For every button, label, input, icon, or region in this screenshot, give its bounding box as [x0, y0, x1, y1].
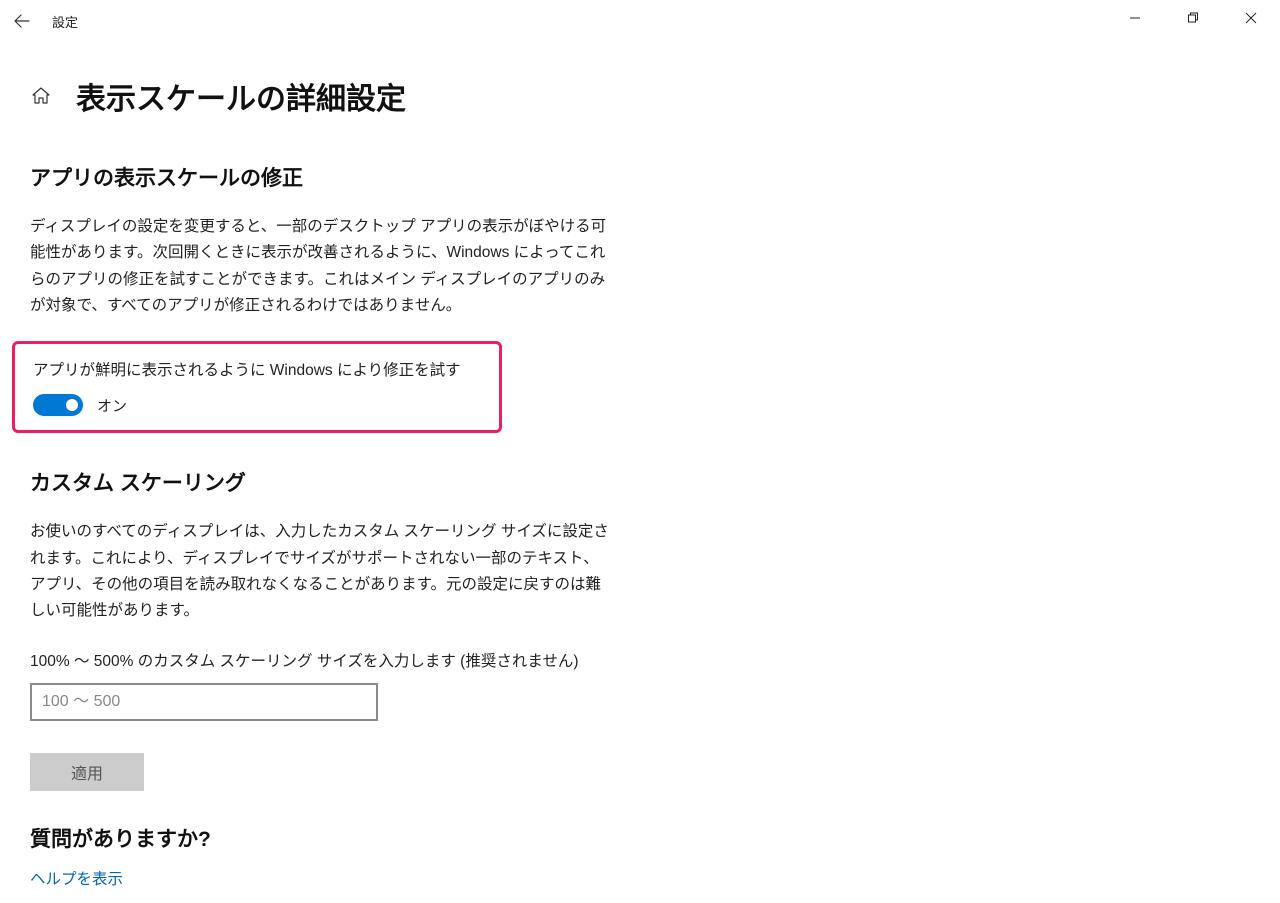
section-custom-scaling: カスタム スケーリング お使いのすべてのディスプレイは、入力したカスタム スケー… — [30, 467, 1250, 822]
window-controls — [1106, 0, 1280, 36]
page-title: 表示スケールの詳細設定 — [76, 74, 406, 118]
custom-scaling-input-label: 100% ～ 500% のカスタム スケーリング サイズを入力します (推奨され… — [30, 649, 1250, 671]
section-fix-scaling-title: アプリの表示スケールの修正 — [30, 162, 1250, 192]
section-custom-scaling-description: お使いのすべてのディスプレイは、入力したカスタム スケーリング サイズに設定され… — [30, 519, 612, 624]
minimize-button[interactable] — [1106, 0, 1164, 36]
maximize-icon — [1187, 12, 1199, 24]
section-custom-scaling-title: カスタム スケーリング — [30, 467, 1250, 497]
toggle-label: アプリが鮮明に表示されるように Windows により修正を試す — [33, 358, 491, 380]
fix-scaling-toggle[interactable] — [33, 394, 83, 416]
toggle-state-label: オン — [97, 395, 127, 416]
minimize-icon — [1129, 12, 1141, 24]
toggle-knob — [66, 399, 78, 411]
back-button[interactable] — [0, 0, 44, 42]
page-header: 表示スケールの詳細設定 — [30, 74, 1250, 118]
apply-button[interactable]: 適用 — [30, 753, 144, 791]
highlight-box: アプリが鮮明に表示されるように Windows により修正を試す オン — [12, 341, 502, 433]
section-fix-scaling-description: ディスプレイの設定を変更すると、一部のデスクトップ アプリの表示がぼやける可能性… — [30, 214, 612, 319]
titlebar: 設定 — [0, 0, 1280, 42]
home-icon[interactable] — [30, 85, 52, 107]
maximize-button[interactable] — [1164, 0, 1222, 36]
close-icon — [1245, 12, 1257, 24]
help-link[interactable]: ヘルプを表示 — [30, 871, 123, 888]
toggle-row: オン — [33, 394, 491, 416]
content-area: 表示スケールの詳細設定 アプリの表示スケールの修正 ディスプレイの設定を変更する… — [0, 74, 1280, 889]
close-button[interactable] — [1222, 0, 1280, 36]
custom-scaling-input[interactable] — [30, 683, 378, 721]
help-title: 質問がありますか? — [30, 823, 1250, 853]
back-arrow-icon — [13, 12, 31, 30]
app-title: 設定 — [52, 12, 78, 31]
